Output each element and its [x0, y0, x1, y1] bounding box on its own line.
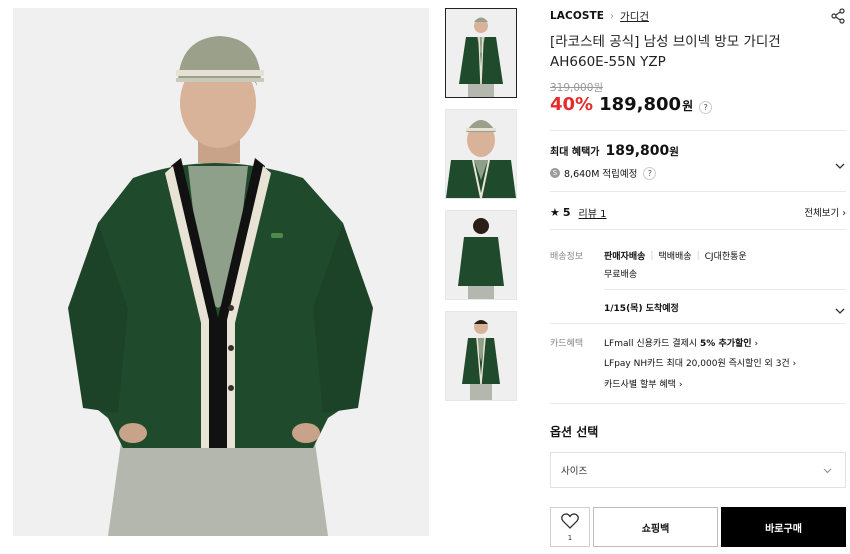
- max-benefit-row[interactable]: 최대 혜택가 189,800 원: [550, 143, 846, 159]
- card-benefit-lfmall-discount: 5% 추가할인: [700, 339, 752, 349]
- thumbnail-front[interactable]: [445, 8, 517, 98]
- sale-price: 189,800: [599, 94, 682, 115]
- separator: |: [650, 250, 654, 261]
- see-all-reviews-link[interactable]: 전체보기 ›: [804, 205, 846, 219]
- points-coin-icon: S: [550, 168, 560, 178]
- model-photo: [13, 8, 429, 536]
- chevron-down-icon[interactable]: [834, 302, 846, 314]
- points-row: S 8,640M 적립예정 ?: [550, 166, 657, 180]
- divider: [550, 229, 846, 230]
- breadcrumb: LACOSTE › 가디건: [550, 8, 846, 24]
- points-text: 8,640M 적립예정: [564, 169, 638, 180]
- arrival-date[interactable]: 1/15(목) 도착예정: [604, 301, 679, 314]
- original-price: 319,000원: [550, 82, 604, 94]
- rating-row: ★ 5 리뷰 1 전체보기 ›: [550, 205, 846, 220]
- brand-link[interactable]: LACOSTE: [550, 10, 604, 22]
- star-icon: ★: [550, 206, 560, 219]
- main-product-image[interactable]: [13, 8, 429, 536]
- card-installment-link[interactable]: 카드사별 할부 혜택 ›: [604, 377, 682, 390]
- share-icon[interactable]: [830, 8, 846, 24]
- card-benefit-label: 카드혜택: [550, 339, 584, 349]
- card-benefit-lfmall[interactable]: LFmall 신용카드 결제시 5% 추가할인 ›: [604, 336, 758, 349]
- review-count-link[interactable]: 리뷰 1: [579, 205, 607, 220]
- chevron-right-icon: ›: [754, 339, 759, 349]
- divider: [550, 323, 846, 324]
- price-row: 40% 189,800 원 ?: [550, 94, 713, 115]
- shipping-fee: 무료배송: [604, 270, 638, 280]
- card-benefit-lfpay[interactable]: LFpay NH카드 최대 20,000원 즉시할인 외 3건 ›: [604, 356, 796, 369]
- card-benefit-lfmall-prefix: LFmall 신용카드 결제시: [604, 339, 701, 349]
- buy-now-button[interactable]: 바로구매: [721, 507, 846, 547]
- size-select[interactable]: 사이즈: [550, 452, 846, 488]
- thumbnail-list: [445, 8, 517, 412]
- shipping-seller: 판매자배송: [604, 252, 646, 262]
- discount-rate: 40%: [550, 94, 594, 115]
- chevron-down-icon[interactable]: [834, 157, 846, 169]
- breadcrumb-separator: ›: [610, 10, 615, 22]
- divider: [550, 130, 846, 131]
- thumbnail-styled[interactable]: [445, 311, 517, 401]
- wishlist-button[interactable]: 1: [550, 507, 590, 547]
- size-select-placeholder: 사이즈: [561, 466, 588, 477]
- help-icon[interactable]: ?: [699, 101, 713, 114]
- separator: |: [696, 250, 700, 261]
- category-link[interactable]: 가디건: [620, 9, 649, 24]
- sale-price-unit: 원: [682, 99, 694, 113]
- shipping-carrier: CJ대한통운: [704, 252, 747, 262]
- divider: [550, 191, 846, 192]
- thumbnail-closeup[interactable]: [445, 109, 517, 199]
- chevron-down-icon: [822, 465, 833, 476]
- shipping-info: 판매자배송 | 택배배송 | CJ대한통운: [604, 249, 747, 263]
- product-title: [라코스테 공식] 남성 브이넥 방모 가디건 AH660E-55N YZP: [550, 34, 781, 70]
- help-icon[interactable]: ?: [643, 166, 657, 180]
- shipping-type: 택배배송: [658, 252, 692, 262]
- add-to-cart-button[interactable]: 쇼핑백: [593, 507, 718, 547]
- max-benefit-unit: 원: [669, 146, 679, 158]
- heart-icon: [561, 512, 579, 533]
- divider: [550, 403, 846, 404]
- rating-value: 5: [562, 206, 571, 219]
- shipping-label: 배송정보: [550, 252, 584, 262]
- divider: [604, 289, 846, 290]
- max-benefit-price: 189,800: [605, 143, 670, 159]
- thumbnail-back[interactable]: [445, 210, 517, 300]
- option-title: 옵션 선택: [550, 425, 599, 439]
- wishlist-count: 1: [567, 533, 573, 542]
- max-benefit-label: 최대 혜택가: [550, 147, 600, 158]
